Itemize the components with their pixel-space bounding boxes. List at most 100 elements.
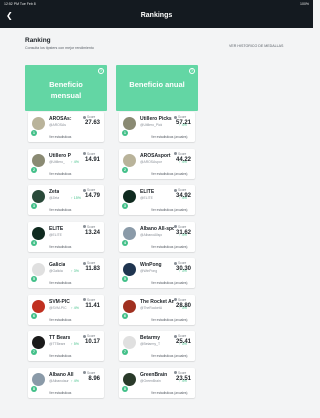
ranking-subtitle: Consulta los tipsters con mejor rendimie…	[25, 46, 94, 50]
view-stats-link[interactable]: Ver estadisticas (anuales)	[151, 245, 188, 249]
avatar	[32, 299, 45, 313]
view-stats-link[interactable]: Ver estadisticas (anuales)	[151, 391, 188, 395]
rank-badge: 3	[122, 203, 128, 209]
tipster-card[interactable]: 7 TT Bears @TTBears ↑ 5% Score 10.17 Ver estad…	[28, 331, 104, 361]
tipster-name: Albano All	[49, 371, 74, 378]
score-value: 31.62	[175, 229, 191, 236]
tipster-handle: @ELITE	[49, 232, 62, 237]
tipster-handle: @SVM-PIC	[49, 305, 67, 310]
profit-change: ↑ 3%	[71, 269, 79, 273]
rank-badge: 1	[122, 130, 128, 136]
view-stats-link[interactable]: Ver estadisticas	[49, 391, 71, 395]
view-stats-link[interactable]: Ver estadisticas	[49, 172, 71, 176]
help-icon[interactable]: ?	[189, 68, 195, 74]
tipster-handle: @WinPong	[140, 269, 158, 273]
avatar	[32, 117, 45, 130]
tipster-handle: @GreenBrain	[140, 378, 161, 383]
score-label: Score	[174, 371, 186, 375]
tipster-card[interactable]: 6 SVM-PIC @SVM-PIC ↑ 4% Score 11.41 Ver estadi…	[28, 294, 104, 325]
view-stats-link[interactable]: Ver estadisticas	[49, 245, 71, 249]
tipster-handle: @Utillero_Picks	[140, 123, 162, 127]
score-value: 13.24	[84, 229, 100, 236]
tipster-name: Betarmy	[140, 335, 161, 341]
ranking-heading: Ranking	[25, 37, 51, 44]
tipster-card[interactable]: 4 ELITE @ELITE Score 13.24 Ver estadisticas	[28, 221, 104, 252]
tipster-name: TT Bears	[49, 335, 71, 341]
rank-badge: 5	[122, 276, 128, 282]
score-value: 27.63	[84, 120, 100, 126]
annual-header: Beneficio anual ?	[116, 65, 198, 111]
view-stats-link[interactable]: Ver estadisticas (anuales)	[151, 135, 188, 139]
score-label: Score	[174, 188, 186, 192]
score-value: 14.79	[84, 193, 100, 199]
profit-change: ↑ 4%	[71, 378, 79, 383]
tipster-name: AROSAs:	[49, 116, 72, 122]
score-value: 57.21	[175, 120, 191, 126]
tipster-handle: @TTBears	[49, 342, 66, 346]
tipster-name: GreenBrain	[140, 371, 168, 378]
tipster-name: The Rocket Analis	[140, 298, 174, 305]
help-icon[interactable]: ?	[98, 68, 104, 74]
rank-badge: 4	[122, 239, 128, 246]
info-icon	[174, 152, 177, 156]
rank-badge: 7	[122, 349, 128, 355]
tipster-card[interactable]: 2 Utillero P @Utillero_ ↑ 4% Score 14.91 Ver e…	[28, 148, 104, 179]
monthly-ranking-column: Beneficio mensual ? 1 AROSAs: @AROSAs Score…	[25, 65, 107, 398]
avatar	[123, 299, 136, 313]
info-icon	[83, 261, 86, 265]
tipster-card[interactable]: 1 AROSAs: @AROSAs Score 27.63 Ver estadistica…	[28, 112, 104, 142]
info-icon	[83, 334, 86, 338]
score-label: Score	[83, 334, 95, 338]
avatar	[32, 336, 45, 349]
score-label-text: Score	[87, 297, 96, 302]
score-label-text: Score	[178, 334, 187, 338]
view-stats-link[interactable]: Ver estadisticas	[49, 135, 71, 139]
status-time: 12:52 PM Tue Feb 8	[4, 2, 36, 6]
tipster-card[interactable]: 5 Galicia @Galicia ↑ 3% Score 11.83 Ver estadi…	[28, 258, 104, 288]
avatar	[32, 153, 45, 167]
tipster-card[interactable]: 4Albano All-sports@AlbanoAllsports↑ 4%Sc…	[119, 221, 195, 252]
tipster-handle: @TheRocketAnalisis	[140, 305, 162, 310]
score-label-text: Score	[178, 261, 187, 265]
tipster-handle: @Galicia	[49, 269, 63, 273]
view-stats-link[interactable]: Ver estadisticas (anuales)	[151, 172, 188, 176]
tipster-card[interactable]: 3 ELITE @ELITE ↑ 4% Score 34.92 Ver estadistic…	[119, 185, 195, 215]
medal-history-link[interactable]: VER HISTORICO DE MEDALLAS	[229, 44, 283, 48]
view-stats-link[interactable]: Ver estadisticas	[49, 354, 71, 358]
tipster-name: Utillero Picks	[140, 116, 172, 122]
score-label: Score	[83, 115, 95, 119]
rank-badge: 6	[122, 312, 128, 319]
score-value: 11.83	[85, 266, 100, 272]
status-battery: 100%	[300, 2, 309, 6]
tipster-card[interactable]: 2 AROSAsport @AROSAsport ↑ 4% Score 44.22 Ver …	[119, 148, 195, 179]
tipster-card[interactable]: 8 GreenBrain @GreenBrain ↑ 4% Score 23.51 Ver …	[119, 367, 195, 398]
tipster-card[interactable]: 8 Albano All @Albanolaur ↑ 4% Score 8.96 Ver e…	[28, 367, 104, 398]
info-icon	[174, 371, 177, 375]
tipster-card[interactable]: 7 Betarmy @Betarmy_T ↑ 3% Score 25.41 Ver esta…	[119, 331, 195, 361]
tipster-name: ELITE	[140, 189, 155, 195]
view-stats-link[interactable]: Ver estadisticas	[49, 208, 71, 212]
view-stats-link[interactable]: Ver estadisticas	[49, 318, 71, 322]
view-stats-link[interactable]: Ver estadisticas (anuales)	[151, 354, 188, 358]
score-value: 28.80	[175, 302, 191, 309]
tipster-card[interactable]: 3 Zeta @Zeta ↑ 15% Score 14.79 Ver estadistica…	[28, 185, 104, 215]
view-stats-link[interactable]: Ver estadisticas (anuales)	[151, 318, 188, 322]
score-label-text: Score	[87, 115, 96, 119]
tipster-card[interactable]: 6The Rocket Analis@TheRocketAnalisis↑ 3%…	[119, 294, 195, 325]
view-stats-link[interactable]: Ver estadisticas (anuales)	[151, 281, 188, 285]
tipster-card[interactable]: 5 WinPong @WinPong ↑ 3% Score 30.30 Ver estadi…	[119, 258, 195, 288]
score-label-text: Score	[178, 297, 187, 302]
score-label: Score	[83, 225, 95, 229]
avatar	[123, 336, 136, 349]
score-label-text: Score	[178, 115, 187, 119]
score-label-text: Score	[87, 261, 96, 265]
info-icon	[83, 115, 86, 119]
avatar	[123, 117, 136, 130]
tipster-handle: @AROSAsport	[140, 159, 162, 164]
score-label: Score	[174, 115, 186, 119]
view-stats-link[interactable]: Ver estadisticas	[49, 281, 71, 285]
tipster-card[interactable]: 1 Utillero Picks @Utillero_Picks ↑ 4% Score 5…	[119, 112, 195, 142]
view-stats-link[interactable]: Ver estadisticas (anuales)	[151, 208, 188, 212]
annual-header-label: Beneficio anual	[129, 80, 185, 89]
monthly-header-label: Beneficio mensual	[49, 80, 83, 100]
